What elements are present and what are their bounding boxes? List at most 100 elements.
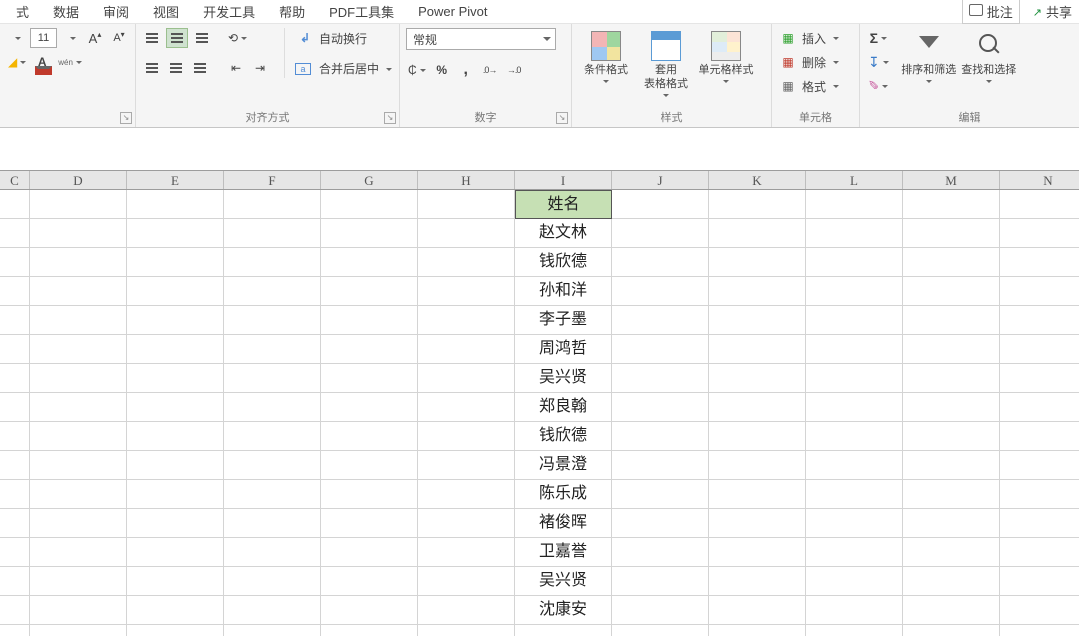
cell[interactable]	[709, 219, 806, 248]
cell[interactable]	[30, 625, 127, 636]
cell[interactable]	[127, 306, 224, 335]
grid[interactable]: 姓名赵文林钱欣德孙和洋李子墨周鸿哲吴兴贤郑良翰钱欣德冯景澄陈乐成褚俊晖卫嘉誉吴兴…	[0, 190, 1079, 636]
sort-filter-button[interactable]: 排序和筛选	[901, 28, 957, 108]
col-header[interactable]: E	[127, 171, 224, 189]
cell[interactable]	[30, 567, 127, 596]
cell[interactable]	[418, 248, 515, 277]
cell[interactable]	[903, 451, 1000, 480]
data-cell[interactable]: 陈乐成	[515, 480, 612, 509]
cell[interactable]	[224, 364, 321, 393]
cell[interactable]	[321, 538, 418, 567]
merge-center-button[interactable]: 合并后居中	[295, 60, 392, 77]
cell[interactable]	[127, 277, 224, 306]
align-left-button[interactable]	[142, 58, 162, 78]
cell[interactable]	[1000, 625, 1079, 636]
cell[interactable]	[30, 277, 127, 306]
cell[interactable]	[224, 422, 321, 451]
cell[interactable]	[1000, 596, 1079, 625]
currency-button[interactable]	[406, 60, 428, 80]
cell[interactable]	[30, 190, 127, 219]
col-header[interactable]: G	[321, 171, 418, 189]
cell[interactable]	[1000, 422, 1079, 451]
cell[interactable]	[1000, 219, 1079, 248]
cell[interactable]	[806, 625, 903, 636]
cell[interactable]	[127, 538, 224, 567]
cell[interactable]	[0, 509, 30, 538]
data-cell[interactable]: 郑良翰	[515, 393, 612, 422]
cell[interactable]	[418, 451, 515, 480]
wrap-text-button[interactable]: 自动换行	[295, 28, 392, 48]
cell[interactable]	[612, 306, 709, 335]
cell[interactable]	[1000, 306, 1079, 335]
cell[interactable]	[903, 219, 1000, 248]
decrease-font-button[interactable]	[109, 28, 129, 48]
cell[interactable]	[418, 480, 515, 509]
clear-button[interactable]	[866, 76, 891, 96]
cell[interactable]	[612, 451, 709, 480]
cell[interactable]	[612, 480, 709, 509]
cell[interactable]	[903, 480, 1000, 509]
cell[interactable]	[321, 190, 418, 219]
cell[interactable]	[806, 306, 903, 335]
cell[interactable]	[0, 335, 30, 364]
tab-view[interactable]: 视图	[141, 0, 191, 23]
cell[interactable]	[709, 393, 806, 422]
cell[interactable]	[321, 393, 418, 422]
cell[interactable]	[127, 596, 224, 625]
cell[interactable]	[903, 567, 1000, 596]
cell[interactable]	[612, 625, 709, 636]
cell[interactable]	[1000, 451, 1079, 480]
font-launcher-icon[interactable]: ↘	[120, 112, 132, 124]
decrease-decimal-button[interactable]	[504, 60, 524, 80]
cell[interactable]	[30, 538, 127, 567]
find-select-button[interactable]: 查找和选择	[961, 28, 1017, 108]
data-cell[interactable]: 卫嘉誉	[515, 538, 612, 567]
cell[interactable]	[224, 509, 321, 538]
cell[interactable]	[903, 625, 1000, 636]
cell[interactable]	[224, 567, 321, 596]
cell[interactable]	[127, 364, 224, 393]
data-cell[interactable]: 钱欣德	[515, 248, 612, 277]
phonetic-button[interactable]	[56, 52, 84, 72]
tab-pdf-tools[interactable]: PDF工具集	[317, 0, 406, 23]
cell[interactable]	[709, 422, 806, 451]
cell[interactable]	[127, 480, 224, 509]
align-right-button[interactable]	[190, 58, 210, 78]
increase-font-button[interactable]	[85, 28, 105, 48]
cell[interactable]	[0, 393, 30, 422]
cell[interactable]	[418, 625, 515, 636]
cell[interactable]	[515, 625, 612, 636]
header-cell[interactable]: 姓名	[515, 190, 612, 219]
format-button[interactable]: 格式	[778, 76, 853, 96]
cell[interactable]	[224, 335, 321, 364]
data-cell[interactable]: 沈康安	[515, 596, 612, 625]
cell[interactable]	[1000, 335, 1079, 364]
cell[interactable]	[0, 422, 30, 451]
cell[interactable]	[806, 335, 903, 364]
cell[interactable]	[612, 596, 709, 625]
cell[interactable]	[612, 567, 709, 596]
orientation-button[interactable]	[226, 28, 249, 48]
cell[interactable]	[127, 248, 224, 277]
cell[interactable]	[418, 190, 515, 219]
cell[interactable]	[321, 277, 418, 306]
cell[interactable]	[903, 364, 1000, 393]
cell[interactable]	[224, 190, 321, 219]
tab-review[interactable]: 审阅	[91, 0, 141, 23]
cell[interactable]	[0, 451, 30, 480]
cell[interactable]	[806, 219, 903, 248]
data-cell[interactable]: 吴兴贤	[515, 567, 612, 596]
cell[interactable]	[127, 393, 224, 422]
cell[interactable]	[1000, 538, 1079, 567]
cell[interactable]	[903, 248, 1000, 277]
cell[interactable]	[30, 480, 127, 509]
cell[interactable]	[1000, 509, 1079, 538]
percent-button[interactable]	[432, 60, 452, 80]
cell[interactable]	[612, 248, 709, 277]
cell[interactable]	[903, 306, 1000, 335]
cell[interactable]	[1000, 364, 1079, 393]
cell[interactable]	[321, 364, 418, 393]
cell[interactable]	[806, 451, 903, 480]
cell[interactable]	[224, 393, 321, 422]
cell[interactable]	[418, 335, 515, 364]
